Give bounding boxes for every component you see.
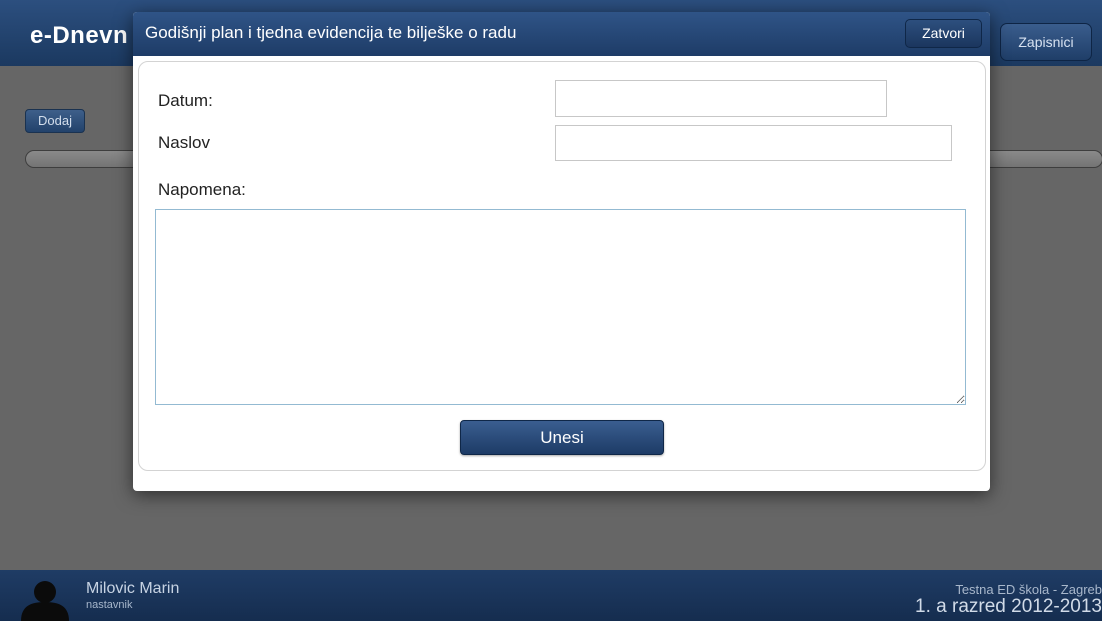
title-label: Naslov <box>158 133 210 152</box>
date-label: Datum: <box>158 91 213 110</box>
user-silhouette-icon <box>21 581 69 621</box>
user-name: Milovic Marin <box>86 580 180 597</box>
plan-dialog: Godišnji plan i tjedna evidencija te bil… <box>133 12 990 491</box>
note-label: Napomena: <box>158 180 246 199</box>
date-input[interactable] <box>555 80 887 117</box>
note-textarea[interactable] <box>155 209 966 405</box>
title-input[interactable] <box>555 125 952 161</box>
footer-bar: Milovic Marin nastavnik Testna ED škola … <box>0 570 1102 621</box>
dialog-header: Godišnji plan i tjedna evidencija te bil… <box>133 12 990 56</box>
add-button[interactable]: Dodaj <box>25 109 85 133</box>
class-label: 1. a razred 2012-2013 <box>915 596 1102 617</box>
dialog-title: Godišnji plan i tjedna evidencija te bil… <box>145 23 517 42</box>
close-button[interactable]: Zatvori <box>905 19 982 48</box>
zapisnici-button[interactable]: Zapisnici <box>1000 23 1092 61</box>
submit-button[interactable]: Unesi <box>460 420 664 455</box>
user-role: nastavnik <box>86 599 133 611</box>
app-logo: e-Dnevn <box>30 22 129 49</box>
school-name: Testna ED škola - Zagreb <box>955 582 1102 597</box>
